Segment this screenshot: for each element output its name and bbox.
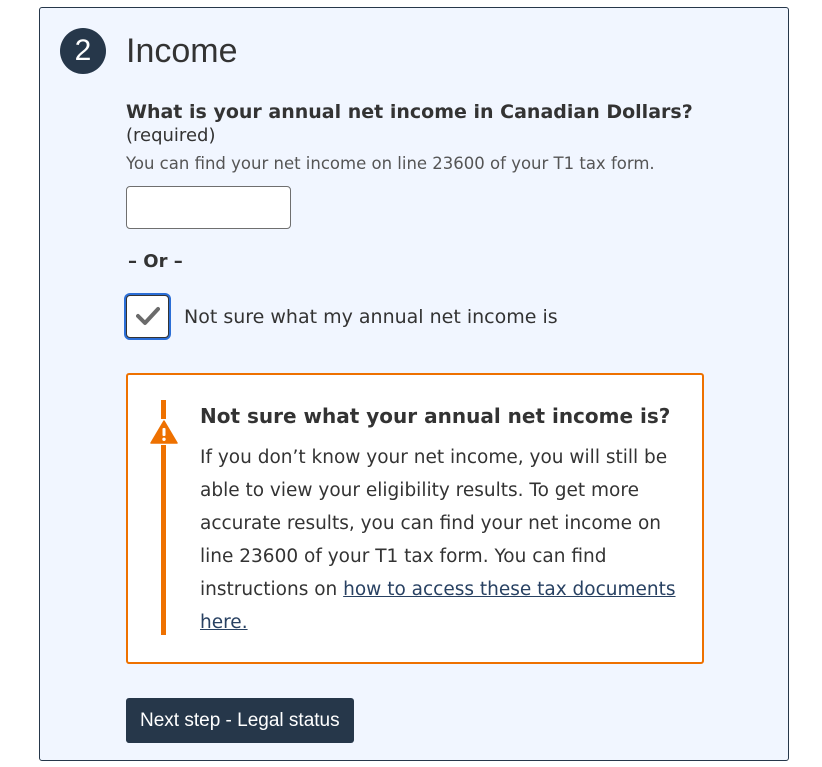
alert-body-text: If you don’t know your net income, you w… xyxy=(200,447,668,600)
income-section-panel: 2 Income What is your annual net income … xyxy=(39,7,789,761)
not-sure-checkbox[interactable] xyxy=(126,295,169,338)
not-sure-checkbox-label[interactable]: Not sure what my annual net income is xyxy=(184,305,558,329)
income-hint-text: You can find your net income on line 236… xyxy=(126,154,655,173)
required-indicator: (required) xyxy=(126,125,216,146)
net-income-input[interactable] xyxy=(126,186,291,229)
checkmark-icon xyxy=(136,307,160,325)
alert-body: If you don’t know your net income, you w… xyxy=(200,441,680,639)
warning-alert: Not sure what your annual net income is?… xyxy=(126,373,704,664)
warning-triangle-icon xyxy=(150,419,178,445)
next-step-button[interactable]: Next step - Legal status xyxy=(126,698,354,743)
income-question-label: What is your annual net income in Canadi… xyxy=(126,101,693,123)
section-title: Income xyxy=(126,32,238,70)
alert-title: Not sure what your annual net income is? xyxy=(200,404,671,428)
or-separator: – Or – xyxy=(128,251,183,272)
step-number-badge: 2 xyxy=(60,28,106,74)
